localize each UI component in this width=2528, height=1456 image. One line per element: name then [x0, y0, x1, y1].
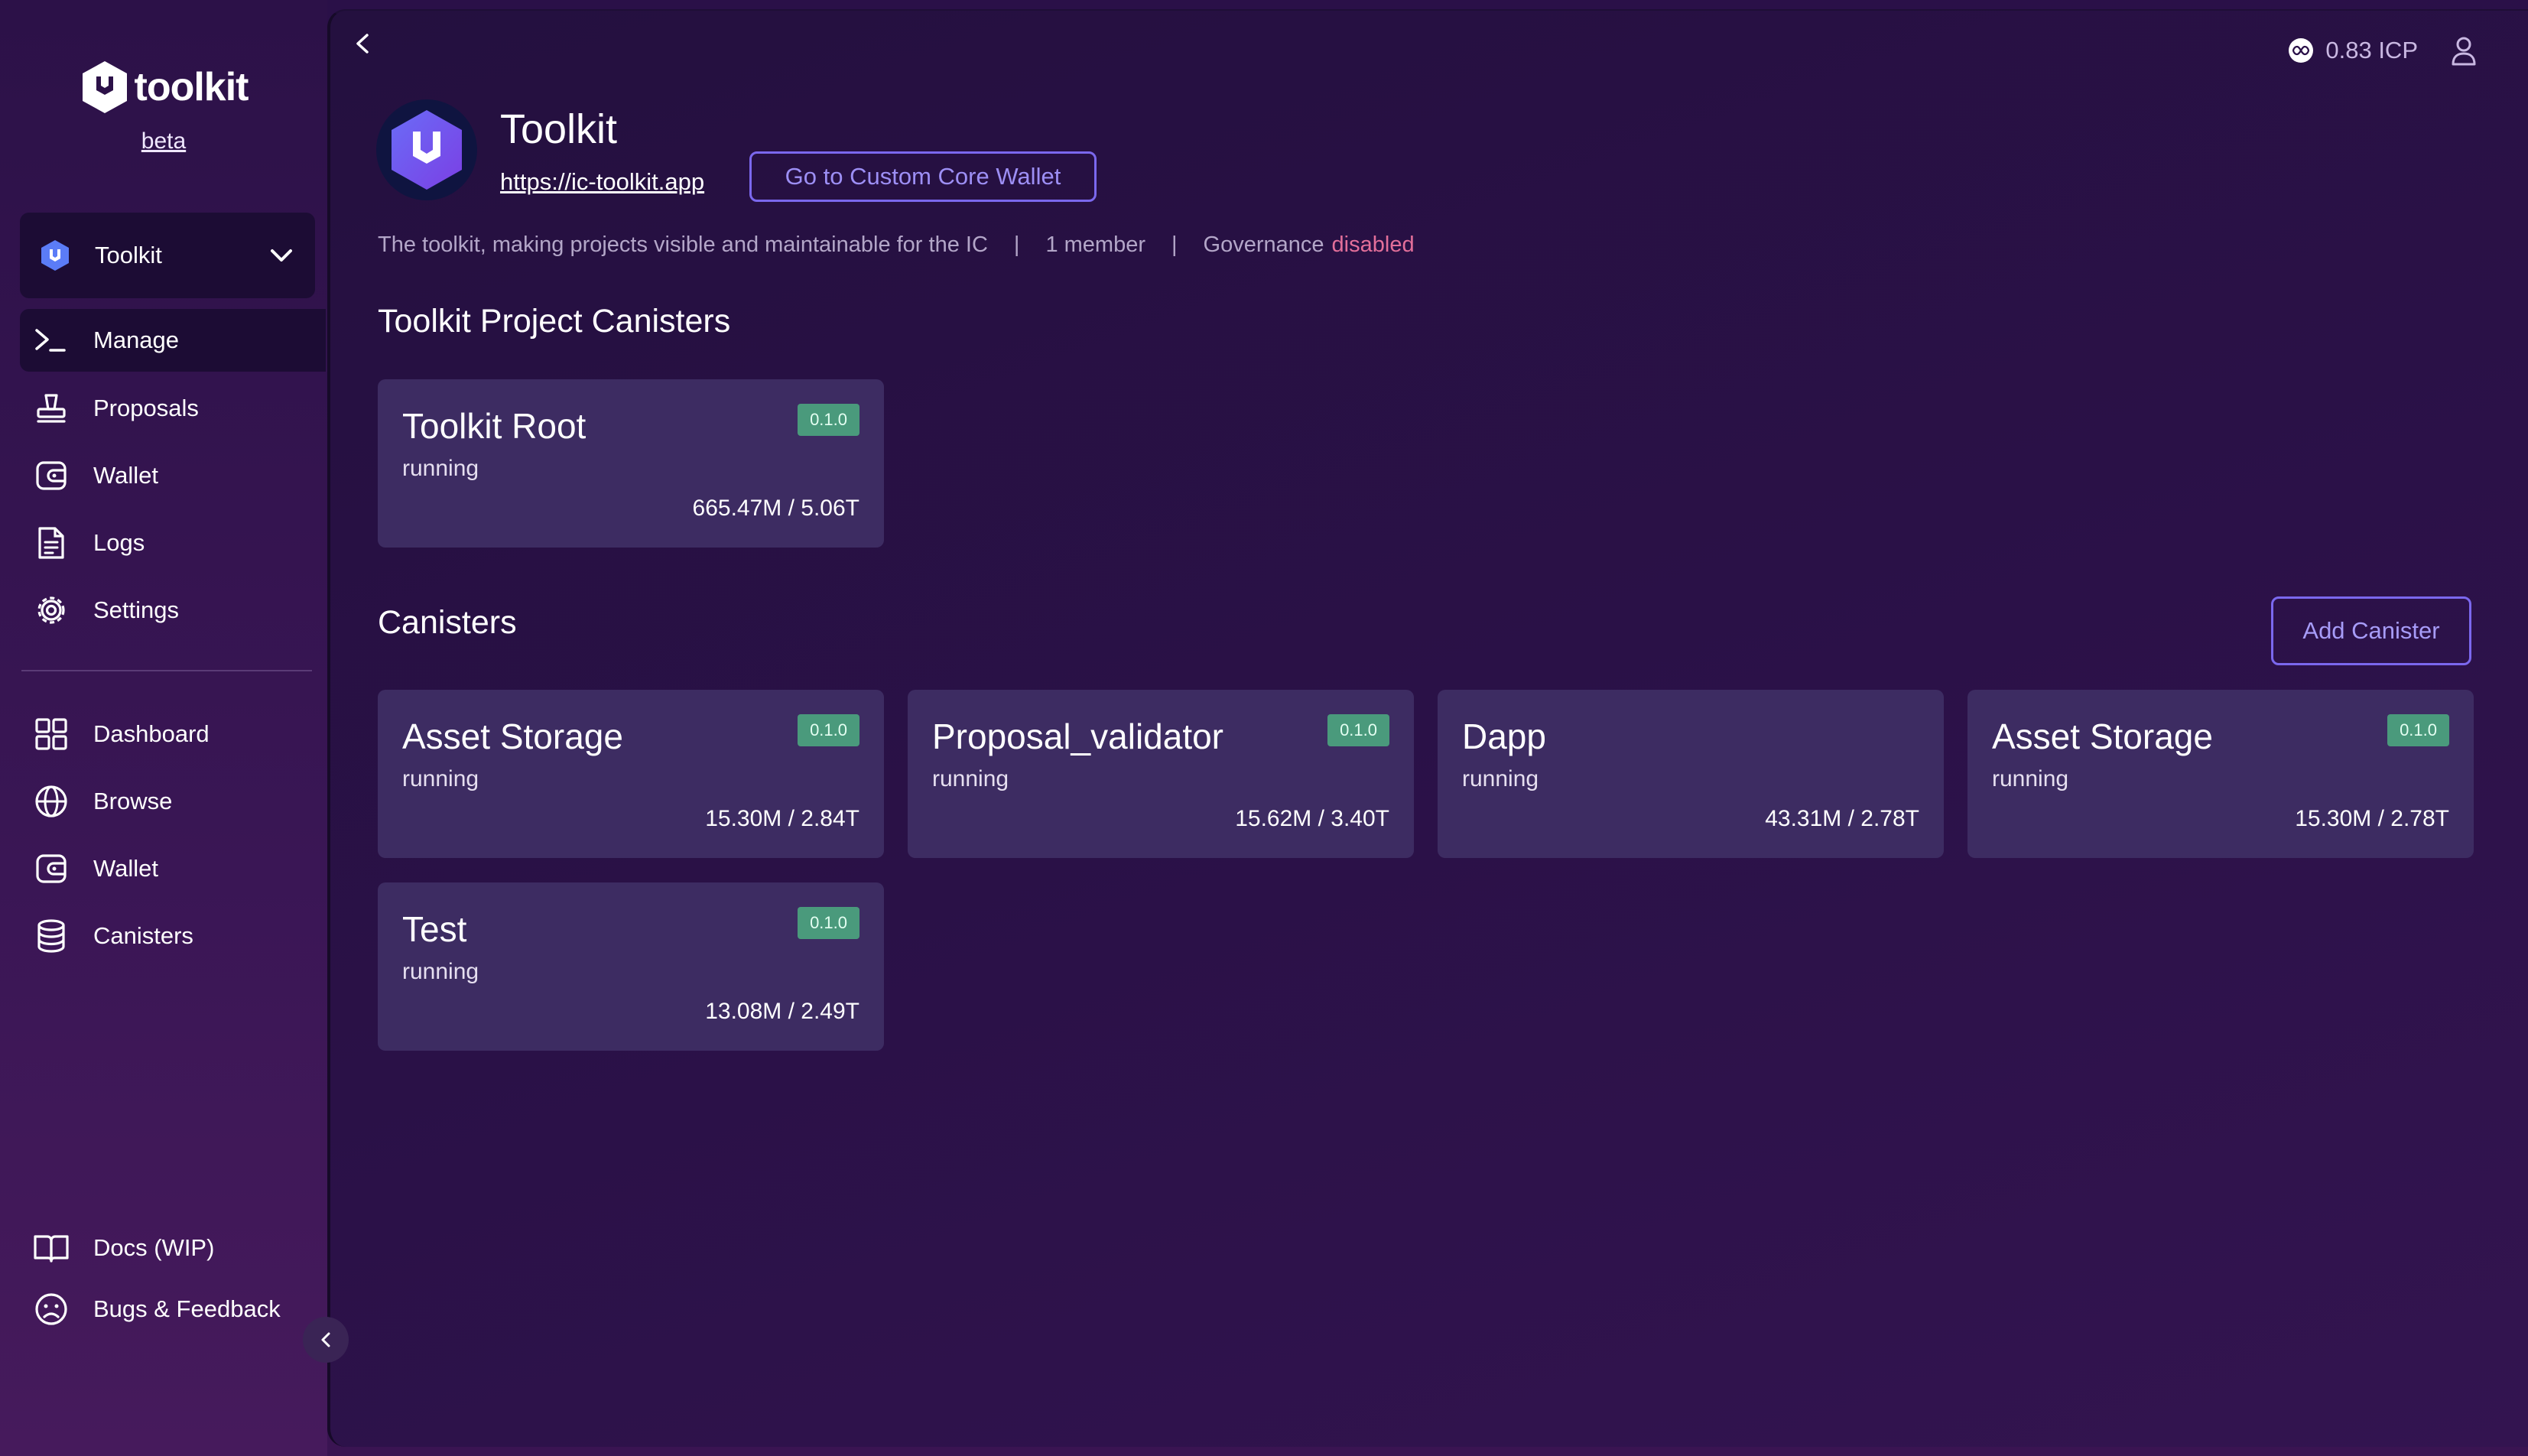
canister-card[interactable]: Proposal_validator running 15.62M / 3.40…: [908, 690, 1414, 858]
gear-icon: [37, 596, 65, 624]
logo-row: toolkit: [80, 60, 249, 115]
version-badge: 0.1.0: [1327, 714, 1389, 746]
document-icon: [38, 527, 64, 559]
sad-face-icon: [35, 1293, 67, 1325]
chevron-left-icon: [321, 1332, 330, 1347]
sidebar-item-label: Proposals: [93, 395, 199, 421]
canister-card[interactable]: Asset Storage running 15.30M / 2.84T 0.1…: [378, 690, 884, 858]
canister-usage: 665.47M / 5.06T: [692, 496, 859, 521]
canister-card[interactable]: Test running 13.08M / 2.49T 0.1.0: [378, 882, 884, 1051]
version-badge: 0.1.0: [798, 714, 859, 746]
sidebar-item-logs[interactable]: Logs: [32, 520, 323, 566]
project-hex-icon: [41, 240, 69, 271]
sidebar-item-label: Browse: [93, 788, 173, 814]
canister-status: running: [1462, 766, 1539, 791]
database-icon: [37, 919, 65, 953]
main-panel: 0.83 ICP Toolkit https://ic-toolkit.app …: [327, 9, 2528, 1447]
version-badge: 0.1.0: [798, 404, 859, 436]
canister-name: Toolkit Root: [402, 406, 587, 446]
project-avatar: [376, 99, 477, 200]
project-title: Toolkit: [500, 106, 618, 152]
meta-separator: |: [1171, 232, 1178, 257]
canister-status: running: [402, 766, 479, 791]
project-description: The toolkit, making projects visible and…: [378, 232, 988, 257]
project-logo-icon: [392, 110, 462, 190]
user-icon[interactable]: [2447, 34, 2481, 67]
custom-core-wallet-button[interactable]: Go to Custom Core Wallet: [749, 151, 1097, 202]
brand-name: toolkit: [134, 65, 249, 109]
canister-usage: 15.62M / 3.40T: [1235, 806, 1389, 831]
canister-usage: 15.30M / 2.78T: [2295, 806, 2449, 831]
canister-status: running: [932, 766, 1009, 791]
sidebar: toolkit beta Toolkit Manage Proposals Wa…: [0, 0, 327, 1456]
governance-label: Governance: [1203, 232, 1324, 257]
back-arrow-icon[interactable]: [347, 28, 379, 60]
sidebar-item-settings[interactable]: Settings: [32, 587, 323, 633]
project-selector-label: Toolkit: [95, 242, 162, 268]
icp-coin-icon: [2289, 38, 2314, 63]
sidebar-item-label: Bugs & Feedback: [93, 1295, 281, 1322]
sidebar-item-feedback[interactable]: Bugs & Feedback: [32, 1286, 323, 1332]
canister-card[interactable]: Asset Storage running 15.30M / 2.78T 0.1…: [1967, 690, 2474, 858]
sidebar-item-global-wallet[interactable]: Wallet: [32, 846, 323, 892]
sidebar-item-wallet[interactable]: Wallet: [32, 453, 323, 499]
grid-icon: [35, 718, 67, 750]
beta-link[interactable]: beta: [141, 128, 186, 154]
wallet-icon: [36, 854, 67, 883]
sidebar-item-label: Docs (WIP): [93, 1234, 215, 1261]
sidebar-item-label: Dashboard: [93, 720, 210, 747]
canister-usage: 43.31M / 2.78T: [1765, 806, 1919, 831]
sidebar-item-manage[interactable]: Manage: [32, 317, 323, 363]
sidebar-item-label: Logs: [93, 529, 145, 556]
project-meta: The toolkit, making projects visible and…: [378, 232, 1415, 258]
canister-name: Test: [402, 909, 467, 949]
sidebar-divider: [21, 670, 312, 671]
add-canister-button[interactable]: Add Canister: [2271, 596, 2471, 665]
book-icon: [34, 1235, 69, 1263]
canister-name: Asset Storage: [1992, 717, 2213, 756]
canister-status: running: [402, 456, 479, 481]
sidebar-item-label: Wallet: [93, 462, 158, 489]
meta-separator: |: [1013, 232, 1020, 257]
toolkit-logo-icon: [82, 61, 127, 113]
sidebar-item-docs[interactable]: Docs (WIP): [32, 1225, 323, 1271]
canister-usage: 15.30M / 2.84T: [705, 806, 859, 831]
terminal-icon: [35, 329, 66, 352]
canister-usage: 13.08M / 2.49T: [705, 999, 859, 1024]
canister-card[interactable]: Dapp running 43.31M / 2.78T: [1438, 690, 1944, 858]
canister-name: Dapp: [1462, 717, 1546, 756]
stamp-icon: [37, 394, 66, 423]
project-selector[interactable]: Toolkit: [20, 213, 315, 298]
sidebar-item-label: Settings: [93, 596, 180, 623]
member-count: 1 member: [1045, 232, 1145, 257]
canister-card[interactable]: Toolkit Root running 665.47M / 5.06T 0.1…: [378, 379, 884, 548]
version-badge: 0.1.0: [798, 907, 859, 939]
version-badge: 0.1.0: [2387, 714, 2449, 746]
canister-name: Proposal_validator: [932, 717, 1224, 756]
canister-status: running: [402, 959, 479, 984]
sidebar-item-label: Canisters: [93, 922, 193, 949]
sidebar-item-canisters[interactable]: Canisters: [32, 913, 323, 959]
account-balance[interactable]: 0.83 ICP: [2289, 28, 2481, 73]
canister-status: running: [1992, 766, 2069, 791]
project-canisters-heading: Toolkit Project Canisters: [378, 303, 731, 340]
sidebar-item-browse[interactable]: Browse: [32, 778, 323, 824]
sidebar-collapse-button[interactable]: [303, 1317, 349, 1363]
canister-name: Asset Storage: [402, 717, 623, 756]
governance-status: disabled: [1331, 232, 1415, 257]
canisters-heading: Canisters: [378, 604, 517, 641]
sidebar-item-proposals[interactable]: Proposals: [32, 385, 323, 431]
globe-icon: [35, 785, 67, 817]
brand-logo: toolkit beta: [0, 60, 327, 154]
wallet-icon: [36, 461, 67, 490]
chevron-down-icon: [271, 249, 292, 262]
sidebar-item-label: Wallet: [93, 855, 158, 882]
project-url-link[interactable]: https://ic-toolkit.app: [500, 168, 704, 196]
sidebar-item-label: Manage: [93, 327, 180, 353]
balance-value: 0.83 ICP: [2325, 37, 2418, 63]
sidebar-item-dashboard[interactable]: Dashboard: [32, 711, 323, 757]
